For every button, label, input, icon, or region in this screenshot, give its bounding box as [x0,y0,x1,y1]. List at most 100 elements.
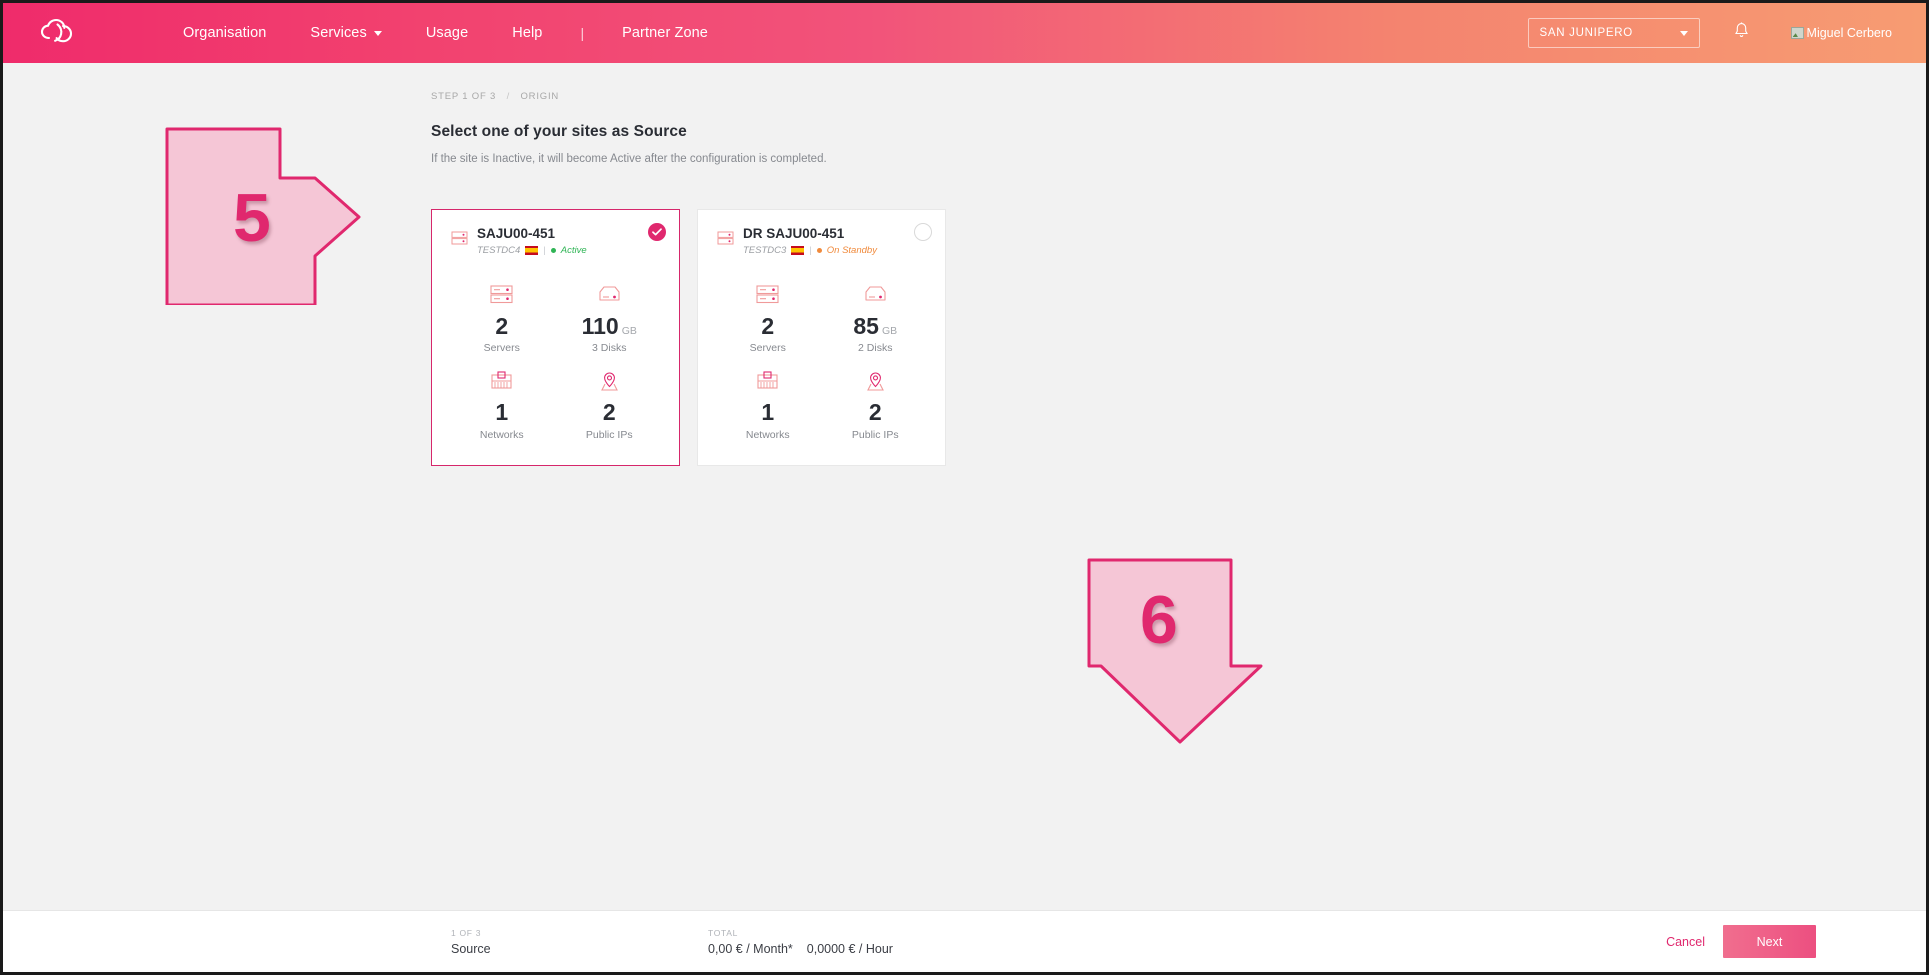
stat-networks: 1 Networks [714,368,822,441]
card-subtitle: TESTDC3 | On Standby [743,245,877,256]
stat-label: Public IPs [851,428,899,441]
server-rack-icon [451,230,468,251]
disk-icon [862,282,889,308]
chevron-down-icon [373,30,382,36]
stat-public-ips: 2 Public IPs [822,368,930,441]
price-per-month: 0,00 € / Month* [708,941,793,956]
stat-label: Networks [745,428,790,441]
chevron-down-icon [1679,30,1688,36]
disk-icon [596,282,623,308]
status-badge: Active [560,244,587,256]
check-circle-icon[interactable] [648,223,666,241]
dr-site-card[interactable]: DR SAJU00-451 TESTDC3 | On Standby 2 Ser… [697,209,946,466]
cancel-button[interactable]: Cancel [1648,927,1723,957]
status-dot [550,247,556,253]
meta-divider: | [543,244,546,256]
stat-servers: 2 Servers [448,282,556,354]
stat-disks: 110 GB 3 Disks [556,282,664,354]
nav-item-partner-zone[interactable]: Partner Zone [600,25,730,41]
status-badge: On Standby [826,244,877,256]
stat-label: Networks [479,428,524,441]
footer-total-caption: TOTAL [708,927,739,938]
stat-unit: GB [621,324,637,337]
stat-number: 1 [495,399,509,426]
header-right-cluster: SAN JUNIPERO Miguel Cerbero [1527,18,1926,48]
organisation-selector-value: SAN JUNIPERO [1539,27,1633,39]
network-icon [755,368,780,394]
footer-step-value: Source [451,941,491,956]
server-rack-icon [717,230,734,251]
stat-label: 2 Disks [858,342,893,355]
organisation-selector[interactable]: SAN JUNIPERO [1527,18,1700,48]
card-subtitle: TESTDC4 | Active [477,245,587,256]
nav-label: Partner Zone [622,25,708,41]
nav-divider: | [580,25,585,41]
top-navigation-bar: Organisation Services Usage Help | Partn… [3,3,1926,63]
footer-step-block: 1 OF 3 Source [451,928,491,956]
card-header: DR SAJU00-451 TESTDC3 | On Standby [698,210,945,256]
main-nav: Organisation Services Usage Help | Partn… [161,25,730,41]
page-content: STEP 1 OF 3 / ORIGIN Select one of your … [3,63,1926,972]
stat-servers: 2 Servers [714,282,822,354]
breadcrumb-section: ORIGIN [520,91,560,102]
footer-actions: Cancel Next [1648,925,1816,958]
location-pin-icon [597,368,622,394]
nav-item-help[interactable]: Help [490,25,564,41]
card-title: SAJU00-451 [477,226,556,241]
price-per-hour: 0,0000 € / Hour [806,941,893,956]
server-rack-icon [489,282,514,308]
radio-empty-icon[interactable] [914,223,932,241]
spain-flag-icon [525,245,539,255]
site-card-list: SAJU00-451 TESTDC4 | Active 2 Servers 11… [431,209,946,466]
footer-step-caption: 1 OF 3 [451,927,482,938]
breadcrumb-separator: / [506,91,511,102]
stat-networks: 1 Networks [448,368,556,441]
source-site-card[interactable]: SAJU00-451 TESTDC4 | Active 2 Servers 11… [431,209,680,466]
server-rack-icon [755,282,780,308]
nav-label: Usage [425,25,469,41]
next-button[interactable]: Next [1723,925,1816,958]
user-avatar[interactable]: Miguel Cerbero [1790,26,1892,40]
user-name: Miguel Cerbero [1806,26,1892,40]
wizard-footer: 1 OF 3 Source TOTAL 0,00 € / Month* 0,00… [3,910,1926,972]
status-dot [816,247,822,253]
page-subtitle: If the site is Inactive, it will become … [431,153,827,165]
nav-item-usage[interactable]: Usage [404,25,490,41]
app-window: Organisation Services Usage Help | Partn… [0,0,1929,975]
stat-value: 110 GB [582,313,637,339]
stat-value: 2 [603,399,616,425]
stat-number: 2 [602,399,616,426]
stat-value: 2 [761,313,774,339]
card-datacenter: TESTDC4 [477,244,521,256]
spain-flag-icon [791,245,805,255]
stat-value: 1 [495,399,508,425]
nav-item-services[interactable]: Services [288,25,403,41]
footer-price: 0,00 € / Month* 0,0000 € / Hour [708,942,893,956]
stat-number: 85 [853,312,879,339]
stat-value: 2 [495,313,508,339]
card-title: DR SAJU00-451 [743,226,845,241]
broken-image-icon [1790,27,1804,39]
stat-number: 2 [761,312,775,339]
card-datacenter: TESTDC3 [743,244,787,256]
breadcrumb: STEP 1 OF 3 / ORIGIN [431,91,559,102]
stat-number: 1 [761,399,775,426]
footer-total-block: TOTAL 0,00 € / Month* 0,0000 € / Hour [708,928,893,956]
bell-icon[interactable] [1734,22,1749,44]
stat-value: 2 [869,399,882,425]
cloud-logo-icon[interactable] [37,18,83,48]
stat-value: 1 [761,399,774,425]
nav-label: Services [310,25,367,41]
location-pin-icon [863,368,888,394]
card-stats: 2 Servers 85 GB 2 Disks 1 Networks 2 Pub… [698,282,945,441]
breadcrumb-step: STEP 1 OF 3 [431,91,497,102]
stat-public-ips: 2 Public IPs [556,368,664,441]
stat-unit: GB [881,324,898,337]
stat-label: Servers [483,342,520,355]
network-icon [489,368,514,394]
nav-item-organisation[interactable]: Organisation [161,25,288,41]
stat-label: 3 Disks [592,342,627,355]
stat-number: 2 [495,312,509,339]
stat-number: 2 [868,399,882,426]
stat-label: Public IPs [585,428,633,441]
